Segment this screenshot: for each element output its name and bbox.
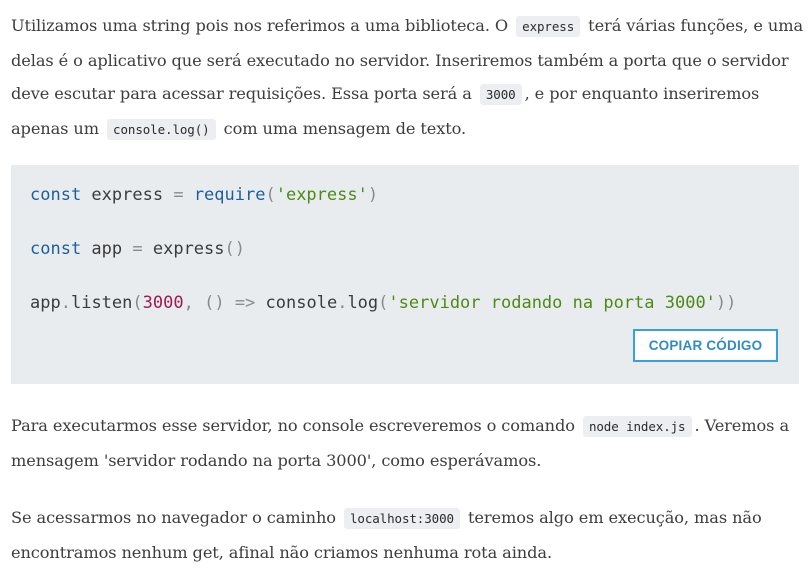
punctuation: ( — [132, 293, 143, 313]
function-name: listen — [70, 293, 133, 313]
inline-code-localhost: localhost:3000 — [343, 508, 460, 529]
inline-code-node-command: node index.js — [582, 416, 692, 437]
operator: => — [234, 293, 256, 313]
string-literal: 'express' — [275, 185, 368, 205]
copy-code-button[interactable]: COPIAR CÓDIGO — [633, 329, 778, 362]
identifier: express — [81, 185, 174, 205]
punctuation: ( — [378, 293, 389, 313]
text: Se acessarmos no navegador o caminho — [11, 508, 336, 527]
code-line-1: const express = require('express') — [30, 185, 378, 205]
punctuation: ) — [367, 185, 379, 205]
code-block: const express = require('express') const… — [11, 165, 799, 384]
identifier: console — [255, 293, 338, 313]
paragraph-browser: Se acessarmos no navegador o caminho loc… — [11, 501, 806, 569]
punctuation: )) — [715, 293, 737, 313]
paragraph-intro: Utilizamos uma string pois nos referimos… — [11, 9, 806, 146]
punctuation: () — [224, 239, 245, 259]
punctuation: . — [60, 293, 71, 313]
inline-code-express: express — [516, 16, 581, 37]
punctuation: () — [204, 293, 225, 313]
function-name: require — [193, 185, 266, 205]
punctuation: , — [183, 293, 205, 313]
paragraph-run-server: Para executarmos esse servidor, no conso… — [11, 409, 806, 477]
text: Para executarmos esse servidor, no conso… — [11, 416, 575, 435]
operator: = — [132, 239, 143, 259]
identifier: app — [81, 239, 133, 259]
inline-code-console-log: console.log() — [107, 118, 216, 140]
keyword: const — [30, 185, 82, 205]
string-literal: 'servidor rodando na porta 3000' — [388, 293, 716, 313]
identifier: express — [142, 239, 225, 259]
text: com uma mensagem de texto. — [223, 118, 467, 138]
inline-code-port: 3000 — [479, 84, 522, 105]
code-line-2: const app = express() — [30, 239, 245, 259]
text: Utilizamos uma string pois nos referimos… — [11, 16, 509, 35]
identifier: app — [30, 293, 61, 313]
code-line-3: app.listen(3000, () => console.log('serv… — [30, 293, 736, 313]
keyword: const — [30, 239, 82, 259]
function-name: log — [347, 293, 379, 313]
operator: = — [173, 185, 184, 205]
number-literal: 3000 — [142, 293, 184, 313]
punctuation: ( — [265, 185, 276, 205]
punctuation: . — [337, 293, 348, 313]
